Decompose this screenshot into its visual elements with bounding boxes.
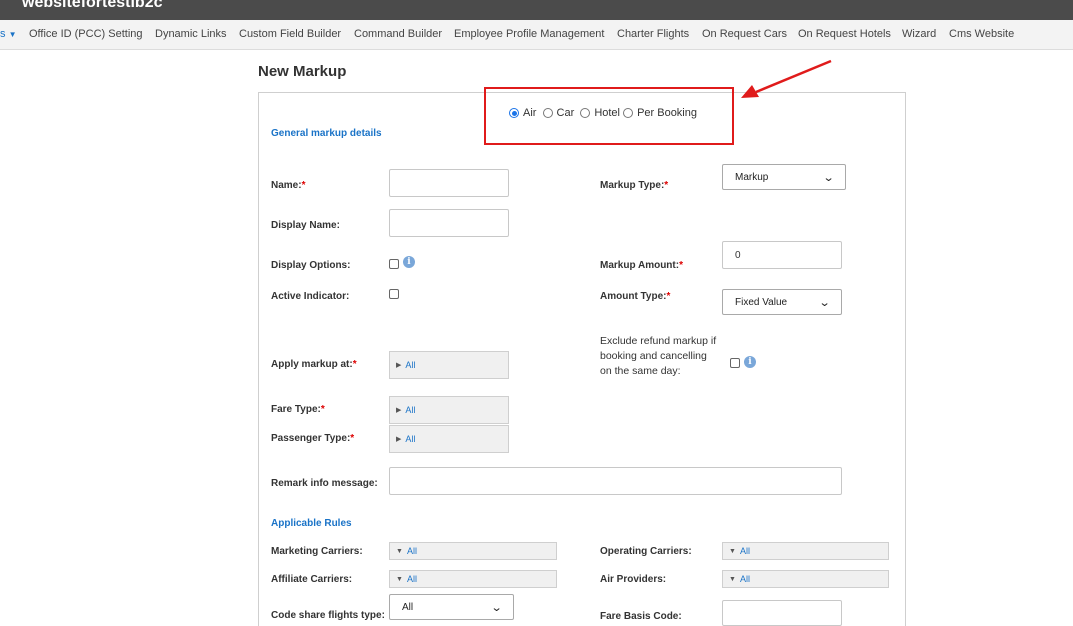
fare-type-label: Fare Type:* [271, 404, 325, 415]
markup-amount-input[interactable]: 0 [722, 241, 842, 269]
caret-right-icon: ▶ [396, 436, 402, 443]
passenger-type-label: Passenger Type:* [271, 433, 355, 444]
apply-markup-label: Apply markup at:* [271, 359, 357, 370]
affiliate-carriers-label: Affiliate Carriers: [271, 574, 353, 585]
markup-type-select[interactable]: Markup ⌄ [722, 164, 846, 190]
exclude-refund-checkbox[interactable] [730, 358, 740, 368]
fare-basis-input[interactable] [722, 600, 842, 626]
marketing-carriers-multiselect[interactable]: ▼ All [389, 542, 557, 560]
caret-right-icon: ▶ [396, 407, 402, 414]
operating-carriers-value: All [739, 546, 750, 556]
chevron-down-icon: ⌄ [818, 296, 831, 309]
passenger-type-value: All [405, 434, 416, 444]
info-icon[interactable]: i [744, 356, 756, 368]
apply-markup-value: All [405, 360, 416, 370]
caret-down-icon: ▼ [729, 575, 736, 583]
code-share-value: All [402, 601, 414, 613]
name-input[interactable] [389, 169, 509, 197]
fare-type-multiselect[interactable]: ▶ All [389, 396, 509, 424]
red-arrow-annotation [741, 59, 832, 98]
apply-markup-multiselect[interactable]: ▶ All [389, 351, 509, 379]
amount-type-select[interactable]: Fixed Value ⌄ [722, 289, 842, 315]
chevron-down-icon: ⌄ [822, 171, 835, 184]
active-indicator-checkbox[interactable] [389, 289, 399, 299]
code-share-label: Code share flights type: [271, 610, 385, 621]
marketing-carriers-label: Marketing Carriers: [271, 546, 363, 557]
fare-type-value: All [405, 405, 416, 415]
operating-carriers-multiselect[interactable]: ▼ All [722, 542, 889, 560]
amount-type-label: Amount Type:* [600, 291, 671, 302]
name-label: Name:* [271, 180, 306, 191]
display-name-label: Display Name: [271, 220, 340, 231]
air-providers-multiselect[interactable]: ▼ All [722, 570, 889, 588]
operating-carriers-label: Operating Carriers: [600, 546, 692, 557]
caret-down-icon: ▼ [396, 547, 403, 555]
amount-type-value: Fixed Value [735, 296, 788, 308]
info-icon[interactable]: i [403, 256, 415, 268]
caret-down-icon: ▼ [729, 547, 736, 555]
display-options-label: Display Options: [271, 260, 351, 271]
display-name-input[interactable] [389, 209, 509, 237]
affiliate-carriers-value: All [406, 574, 417, 584]
display-options-checkbox[interactable] [389, 259, 399, 269]
fare-basis-label: Fare Basis Code: [600, 611, 682, 622]
air-providers-value: All [739, 574, 750, 584]
section-general-markup: General markup details [271, 128, 382, 139]
chevron-down-icon: ⌄ [490, 601, 503, 614]
remark-info-label: Remark info message: [271, 478, 378, 489]
caret-down-icon: ▼ [396, 575, 403, 583]
air-providers-label: Air Providers: [600, 574, 667, 585]
marketing-carriers-value: All [406, 546, 417, 556]
passenger-type-multiselect[interactable]: ▶ All [389, 425, 509, 453]
section-applicable-rules: Applicable Rules [271, 518, 352, 529]
markup-amount-label: Markup Amount:* [600, 260, 683, 271]
code-share-select[interactable]: All ⌄ [389, 594, 514, 620]
markup-type-label: Markup Type:* [600, 180, 669, 191]
caret-right-icon: ▶ [396, 362, 402, 369]
markup-type-value: Markup [735, 171, 769, 183]
active-indicator-label: Active Indicator: [271, 291, 350, 302]
affiliate-carriers-multiselect[interactable]: ▼ All [389, 570, 557, 588]
exclude-refund-label: Exclude refund markup if booking and can… [600, 335, 717, 377]
remark-info-input[interactable] [389, 467, 842, 495]
